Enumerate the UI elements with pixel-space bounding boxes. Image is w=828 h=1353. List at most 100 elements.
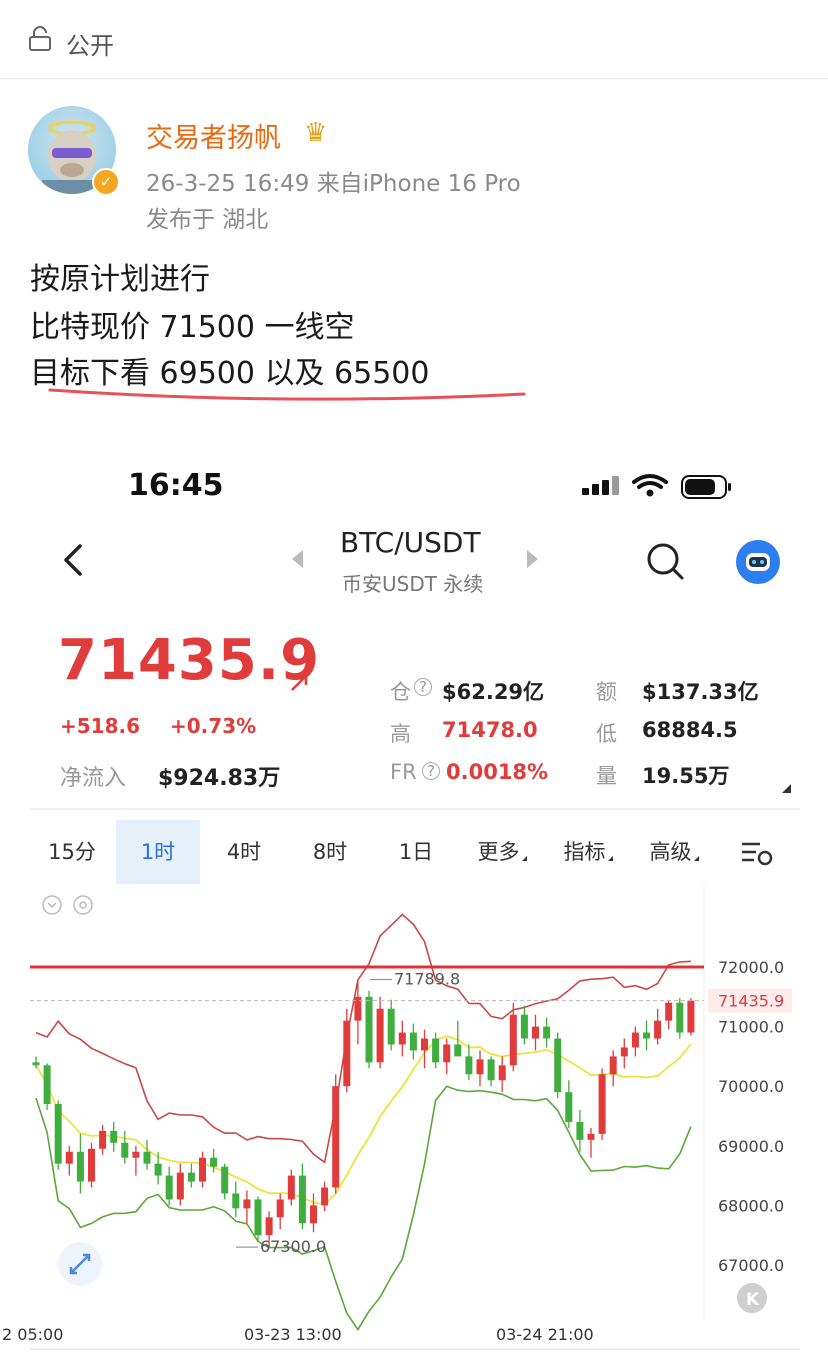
post-device: 来自iPhone 16 Pro [316, 171, 521, 197]
fr-label: FR [390, 760, 417, 784]
candle-body [187, 1172, 195, 1182]
candle-body [88, 1148, 95, 1182]
chart-settings-icon[interactable] [740, 840, 774, 866]
candle-body [565, 1092, 573, 1122]
low-label: 低 [596, 722, 617, 746]
net-inflow-value: $924.83万 [158, 766, 281, 791]
y-tick-label: 69000.0 [718, 1137, 784, 1156]
next-pair-icon[interactable] [527, 550, 538, 568]
candle-body [76, 1151, 84, 1182]
middle-band-line [35, 1035, 692, 1206]
candle-body [398, 1032, 406, 1045]
post-timestamp: 26-3-25 16:49 [146, 171, 310, 197]
candle-body [32, 1062, 40, 1066]
expand-corner-icon[interactable] [782, 784, 791, 793]
candle-body [598, 1074, 606, 1134]
candle-body [132, 1151, 140, 1158]
price-up-arrow-icon [291, 674, 308, 691]
candle-body [310, 1205, 317, 1224]
candle-body [454, 1044, 462, 1057]
info-icon[interactable]: ? [414, 678, 432, 696]
candle-body [421, 1038, 428, 1051]
candle-body [432, 1038, 440, 1063]
y-tick-label: 72000.0 [718, 958, 784, 977]
divider [30, 1348, 800, 1350]
lower-band-line [35, 1085, 692, 1332]
tab-1h[interactable]: 1时 [116, 820, 200, 884]
tab-indicators[interactable]: 指标 [546, 820, 630, 884]
battery-icon [681, 475, 731, 499]
candle-body [265, 1217, 273, 1236]
red-underline-annotation [48, 388, 526, 401]
crown-badge-icon[interactable]: ♛ [304, 118, 327, 148]
volume-value: 19.55万 [642, 764, 730, 788]
fullscreen-expand-icon[interactable] [58, 1242, 102, 1286]
current-price-label: 71435.9 [718, 992, 784, 1011]
cellular-signal-icon [582, 476, 619, 495]
lock-icon [29, 26, 51, 51]
y-tick-label: 70000.0 [718, 1077, 784, 1096]
high-annotation: 71789.8 [394, 970, 460, 989]
tab-more[interactable]: 更多 [460, 820, 544, 884]
candle-body [298, 1175, 306, 1224]
candle-body [687, 1000, 695, 1033]
verified-badge-icon: ✓ [92, 168, 120, 196]
tab-1d[interactable]: 1日 [374, 820, 458, 884]
candle-body [154, 1163, 162, 1176]
candle-body [631, 1032, 639, 1048]
divider [30, 808, 800, 810]
candle-body [99, 1130, 107, 1149]
candle-body [121, 1142, 129, 1158]
post-line-2: 比特现价 71500 一线空 [30, 310, 355, 345]
candle-body [65, 1151, 73, 1164]
indicator-settings-icon[interactable] [73, 895, 93, 915]
volume-label: 量 [596, 764, 617, 788]
exchange-subtitle: 币安USDT 永续 [342, 572, 484, 596]
x-tick-label: 03-23 13:00 [244, 1325, 342, 1344]
tab-advanced[interactable]: 高级 [632, 820, 716, 884]
username[interactable]: 交易者扬帆 [146, 116, 281, 155]
candle-body [576, 1121, 584, 1140]
tab-8h[interactable]: 8时 [288, 820, 372, 884]
candle-body [165, 1175, 173, 1200]
candle-body [387, 1008, 395, 1045]
x-tick-label: 2 05:00 [2, 1325, 63, 1344]
post-line-1: 按原计划进行 [30, 262, 210, 297]
amount-value: $137.33亿 [642, 680, 759, 704]
y-tick-label: 71000.0 [718, 1018, 784, 1037]
change-abs: +518.6 [60, 714, 141, 738]
candle-body [509, 1014, 517, 1066]
status-icons [582, 474, 731, 499]
candle-body [332, 1086, 340, 1188]
candle-body [276, 1199, 284, 1218]
candle-body [498, 1065, 506, 1081]
candle-body [665, 1002, 673, 1021]
candlestick-chart[interactable]: 72000.0 71000.0 70000.0 69000.0 68000.0 67000… [0, 886, 828, 1351]
status-time: 16:45 [128, 468, 224, 503]
pair-title[interactable]: BTC/USDT [340, 526, 481, 559]
candle-body [554, 1038, 562, 1093]
candle-body [254, 1199, 262, 1236]
svg-text:K: K [746, 1290, 760, 1310]
candle-body [676, 1002, 684, 1033]
post-meta: 26-3-25 16:49 来自iPhone 16 Pro [146, 164, 521, 198]
candle-body [532, 1026, 539, 1039]
info-icon[interactable]: ? [422, 762, 440, 780]
robot-assistant-icon[interactable] [736, 540, 780, 584]
prev-pair-icon[interactable] [292, 550, 303, 568]
high-label: 高 [390, 722, 411, 746]
collapse-toggle-icon[interactable] [42, 895, 62, 915]
tab-4h[interactable]: 4时 [202, 820, 286, 884]
low-annotation: 67300.0 [260, 1237, 326, 1256]
search-icon[interactable] [646, 542, 686, 582]
wifi-icon [632, 474, 668, 489]
back-arrow-icon[interactable] [58, 540, 88, 580]
k-logo-icon: K [737, 1283, 767, 1313]
visibility-label: 公开 [66, 32, 114, 60]
tab-15m[interactable]: 15分 [30, 820, 114, 884]
candle-body [443, 1044, 451, 1063]
candle-body [465, 1056, 473, 1075]
last-price: 71435.9 [58, 628, 321, 693]
candle-body [143, 1151, 151, 1164]
candle-body [643, 1032, 650, 1039]
